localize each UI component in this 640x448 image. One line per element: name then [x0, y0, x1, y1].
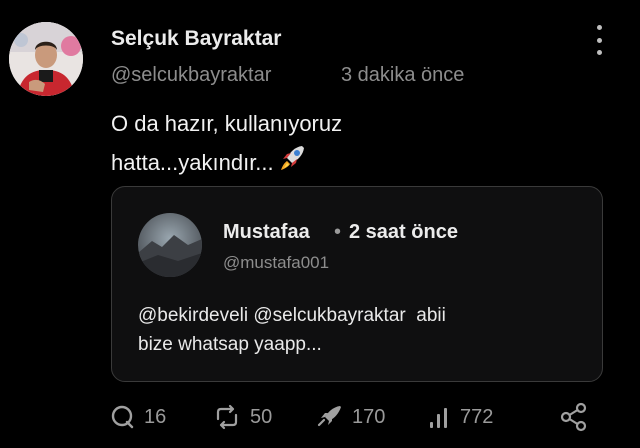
quoted-timestamp: 2 saat önce: [349, 221, 458, 243]
share-button[interactable]: [559, 400, 589, 434]
author-name[interactable]: Selçuk Bayraktar: [111, 27, 281, 51]
quoted-separator: •: [334, 221, 342, 243]
post-text-line: O da hazır, kullanıyoruz: [111, 111, 343, 136]
author-avatar[interactable]: [9, 22, 83, 96]
quoted-text-line: @bekirdeveli @selcukbayraktar abii: [138, 305, 446, 326]
menu-dot: [596, 37, 602, 43]
post-text-line: hatta...yakındır...: [111, 150, 274, 175]
more-vertical-icon[interactable]: [589, 25, 609, 55]
quoted-post[interactable]: Mustafaa • 2 saat önce @mustafa001 @beki…: [111, 186, 603, 382]
reply-icon: [110, 404, 136, 430]
quoted-text: @bekirdeveli @selcukbayraktar abii bize w…: [138, 301, 446, 359]
quoted-avatar-image: [138, 213, 202, 277]
post-text-line-2: hatta...yakındır...: [111, 142, 571, 183]
share-icon: [559, 402, 589, 432]
menu-dot: [596, 25, 602, 30]
reply-count: 16: [144, 405, 167, 428]
quoted-author-avatar[interactable]: [138, 213, 202, 277]
menu-dot: [596, 50, 602, 55]
boost-icon: [316, 404, 344, 430]
quoted-author-name[interactable]: Mustafaa: [223, 221, 310, 244]
views-button[interactable]: 772: [428, 400, 493, 434]
author-handle[interactable]: @selcukbayraktar: [111, 64, 271, 87]
repost-icon: [212, 404, 242, 430]
views-icon: [428, 404, 452, 430]
post-text: O da hazır, kullanıyoruz hatta...yakındı…: [111, 105, 571, 183]
quoted-author-handle[interactable]: @mustafa001: [223, 253, 329, 273]
views-count: 772: [460, 405, 494, 428]
action-bar: 16 50 170 772: [0, 400, 640, 434]
boost-count: 170: [352, 405, 386, 428]
author-avatar-image: [9, 22, 83, 96]
quoted-text-line: bize whatsap yaapp...: [138, 334, 322, 355]
post-timestamp: 3 dakika önce: [341, 64, 465, 86]
reply-button[interactable]: 16: [110, 400, 166, 434]
rocket-icon: [278, 142, 308, 183]
repost-count: 50: [250, 405, 273, 428]
repost-button[interactable]: 50: [212, 400, 272, 434]
boost-button[interactable]: 170: [316, 400, 385, 434]
